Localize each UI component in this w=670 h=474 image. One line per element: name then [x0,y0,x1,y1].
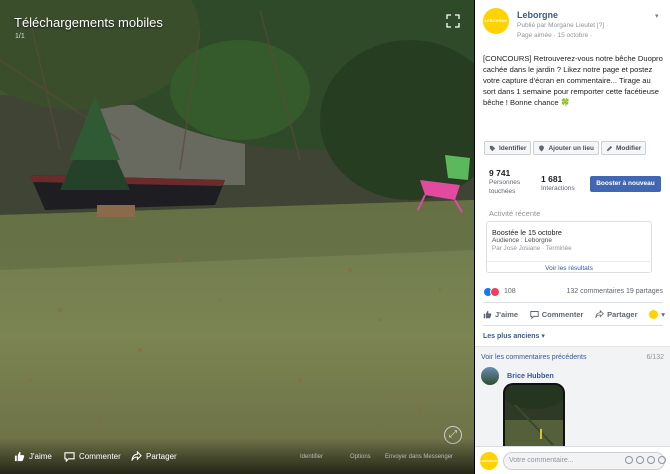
people-count: 9 741 [489,168,511,178]
chevron-down-icon: ▾ [661,309,665,319]
share-label: Partager [607,309,638,319]
comment-counter: 6/132 [646,354,664,361]
viewer-messenger-link[interactable]: Envoyer dans Messenger [385,454,453,460]
composer-avatar: LEBORGNE [480,452,498,470]
like-label: J'aime [495,309,519,319]
edit-button[interactable]: Modifier [600,141,647,155]
post-date: Page aimée · 15 octobre · [517,32,593,39]
album-title[interactable]: Téléchargements mobiles [14,15,163,30]
reaction-icons[interactable] [483,287,500,297]
fullscreen-icon[interactable] [446,14,460,28]
tag-button[interactable]: Identifier [484,141,532,155]
viewer-like-button[interactable]: J'aime [14,451,52,462]
comment-icon [530,310,539,319]
activity-box: Boostée le 15 octobre Audience : Leborgn… [486,221,652,273]
thumbs-up-icon [14,451,25,462]
post-actions: J'aime Commenter Partager ▾ [483,306,665,322]
comment-composer: LEBORGNE Votre commentaire... [475,446,670,474]
add-location-button[interactable]: Ajouter un lieu [533,141,599,155]
viewer-comment-button[interactable]: Commenter [64,451,121,462]
comment-sort-dropdown[interactable]: Les plus anciens ▾ [483,332,545,340]
reaction-count[interactable]: 108 [504,288,516,295]
photo-counter: 1/1 [15,33,25,40]
divider [483,325,663,326]
interactions-count: 1 681 [541,174,563,184]
share-icon [595,309,604,318]
love-reaction-icon [490,287,500,297]
comments-shares-count[interactable]: 132 commentaires 19 partages [567,288,664,295]
page-name-link[interactable]: Leborgne [517,10,558,20]
post-panel: LEBORGNE Leborgne Publié par Morgane Lie… [475,0,670,474]
edit-label: Modifier [615,144,642,152]
sticker-icon[interactable] [658,456,666,464]
activity-title: Activité récente [489,209,541,218]
post-tools: Identifier Ajouter un lieu Modifier [484,141,647,155]
camera-icon[interactable] [636,456,644,464]
tag-icon [489,145,496,151]
people-label: Personnes touchées [489,179,521,195]
comment-icon [64,452,75,462]
published-by: Publié par Morgane Lieutet [?] · [517,22,609,29]
view-previous-comments-link[interactable]: Voir les commentaires précédents [481,354,586,361]
pencil-icon [606,145,613,151]
share-icon [131,451,142,461]
avatar[interactable] [481,367,499,385]
people-reached: 9 741 Personnes touchées [489,168,529,196]
add-location-label: Ajouter un lieu [548,144,594,152]
thumbs-up-icon [483,310,492,318]
emoji-icon[interactable] [625,456,633,464]
photo-viewer: Téléchargements mobiles 1/1 ⤢ J'aime Com… [0,0,474,474]
divider [483,302,663,303]
location-pin-icon [539,144,545,152]
boost-date: Boostée le 15 octobre [492,228,562,237]
comments-area: Voir les commentaires précédents 6/132 B… [475,346,670,455]
viewer-bottom-bar: J'aime Commenter Partager Identifier Opt… [0,438,474,474]
like-button[interactable]: J'aime [483,310,518,319]
page-selector[interactable]: ▾ [649,309,665,319]
viewer-tag-link[interactable]: Identifier [300,454,323,460]
interactions: 1 681 Interactions [541,174,575,193]
viewer-share-button[interactable]: Partager [131,451,177,462]
boost-author: Par José Josiane · Terminée [492,245,572,252]
viewer-share-label: Partager [146,452,177,461]
share-button[interactable]: Partager [595,309,638,319]
viewer-like-label: J'aime [29,452,52,461]
composer-tools [625,456,666,464]
chevron-down-icon[interactable]: ▾ [655,12,663,20]
viewer-options-link[interactable]: Options [350,454,371,460]
interactions-label: Interactions [541,185,575,192]
tag-label: Identifier [499,144,527,152]
comment-label: Commenter [541,309,584,319]
boost-audience: Audience : Leborgne [492,237,552,244]
page-avatar[interactable]: LEBORGNE [483,8,509,34]
comment-image-thumbnail [505,385,563,453]
comment-author-link[interactable]: Brice Hubben [507,371,554,380]
page-selector-avatar [649,309,659,319]
see-results-link[interactable]: Voir les résultats [487,261,651,274]
boost-again-button[interactable]: Booster à nouveau [590,176,661,192]
garden-photo [0,0,474,474]
comment-screenshot-image[interactable] [503,383,565,455]
gif-icon[interactable] [647,456,655,464]
post-header: LEBORGNE Leborgne Publié par Morgane Lie… [483,6,663,42]
reactions-bar: 108 132 commentaires 19 partages [483,287,663,299]
comment-button[interactable]: Commenter [530,309,584,319]
post-text: [CONCOURS] Retrouverez-vous notre bêche … [483,54,663,107]
viewer-comment-label: Commenter [79,452,121,461]
